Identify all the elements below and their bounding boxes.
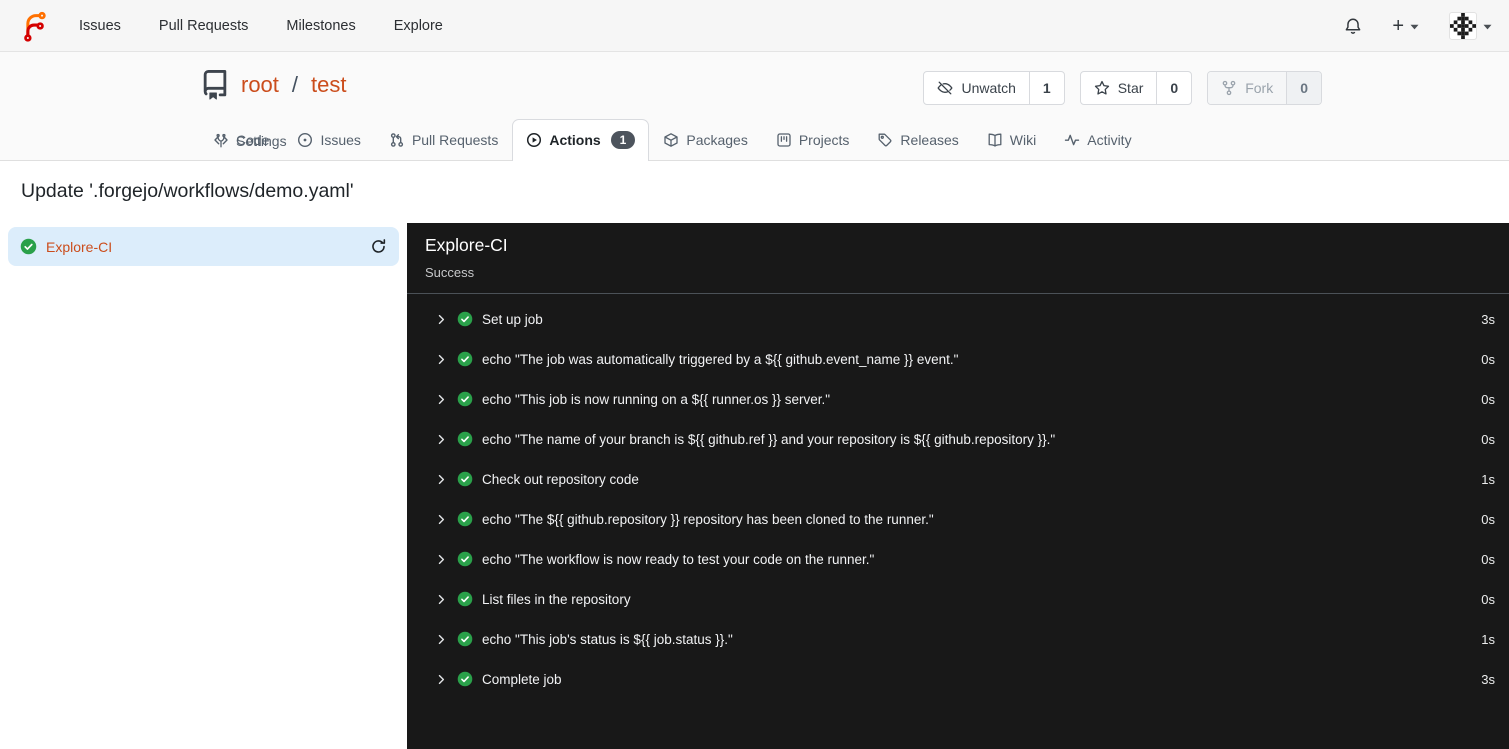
star-button[interactable]: Star 0	[1079, 71, 1193, 105]
step-row[interactable]: echo "This job is now running on a ${{ r…	[407, 379, 1509, 419]
chevron-right-icon[interactable]	[435, 313, 448, 326]
step-row[interactable]: Complete job 3s	[407, 659, 1509, 699]
forks-count[interactable]: 0	[1286, 72, 1321, 104]
tab-settings[interactable]: Settings	[199, 121, 301, 161]
step-duration: 0s	[1481, 551, 1495, 567]
notifications-bell-icon[interactable]	[1344, 17, 1362, 35]
repo-separator: /	[291, 72, 299, 97]
chevron-right-icon[interactable]	[435, 473, 448, 486]
step-name: echo "This job's status is ${{ job.statu…	[482, 631, 733, 647]
job-name: Explore-CI	[46, 238, 113, 255]
step-duration: 3s	[1481, 311, 1495, 327]
repo-tabs-right: Settings	[199, 121, 1313, 161]
job-panel-header: Explore-CI Success	[407, 223, 1509, 294]
success-check-icon	[457, 551, 473, 567]
refresh-icon[interactable]	[370, 238, 387, 255]
sidebar-job-explore-ci[interactable]: Explore-CI	[8, 227, 399, 266]
chevron-right-icon[interactable]	[435, 433, 448, 446]
success-check-icon	[457, 351, 473, 367]
plus-icon: +	[1392, 14, 1404, 37]
step-duration: 0s	[1481, 511, 1495, 527]
chevron-right-icon[interactable]	[435, 673, 448, 686]
repo-name-link[interactable]: test	[311, 72, 346, 98]
success-check-icon	[457, 591, 473, 607]
repo-title: root / test	[200, 70, 347, 100]
tool-icon	[216, 133, 226, 148]
step-name: echo "The name of your branch is ${{ git…	[482, 431, 1056, 447]
stars-count[interactable]: 0	[1156, 72, 1191, 104]
workflow-run-title: Update '.forgejo/workflows/demo.yaml'	[21, 180, 354, 202]
step-duration: 0s	[1481, 351, 1495, 367]
forgejo-logo-icon[interactable]	[17, 8, 51, 44]
nav-milestones[interactable]: Milestones	[286, 18, 355, 34]
step-row[interactable]: echo "The ${{ github.repository }} repos…	[407, 499, 1509, 539]
unwatch-button[interactable]: Unwatch 1	[923, 71, 1065, 105]
step-name: Complete job	[482, 671, 562, 687]
step-duration: 0s	[1481, 391, 1495, 407]
watchers-count[interactable]: 1	[1028, 72, 1064, 104]
step-row[interactable]: echo "The workflow is now ready to test …	[407, 539, 1509, 579]
repo-actions: Unwatch 1 Star 0 Fork 0	[923, 71, 1322, 105]
chevron-right-icon[interactable]	[435, 553, 448, 566]
step-duration: 3s	[1481, 671, 1495, 687]
repository-book-icon	[203, 70, 227, 100]
step-duration: 0s	[1481, 591, 1495, 607]
step-name: Check out repository code	[482, 471, 639, 487]
user-menu[interactable]	[1449, 11, 1492, 40]
create-new-button[interactable]: +	[1392, 16, 1419, 36]
repo-header: root / test Unwatch 1 Star 0 Fork 0 Code…	[0, 52, 1509, 161]
step-name: echo "The ${{ github.repository }} repos…	[482, 511, 934, 527]
job-panel-title: Explore-CI	[425, 235, 508, 255]
nav-explore[interactable]: Explore	[394, 18, 443, 34]
success-check-icon	[457, 431, 473, 447]
step-name: echo "The job was automatically triggere…	[482, 351, 959, 367]
caret-down-icon	[1410, 24, 1419, 29]
step-row[interactable]: echo "The name of your branch is ${{ git…	[407, 419, 1509, 459]
step-name: echo "This job is now running on a ${{ r…	[482, 391, 831, 407]
chevron-right-icon[interactable]	[435, 513, 448, 526]
success-check-icon	[457, 631, 473, 647]
step-name: echo "The workflow is now ready to test …	[482, 551, 875, 567]
step-list: Set up job 3s echo "The job was automati…	[407, 294, 1509, 699]
chevron-right-icon[interactable]	[435, 393, 448, 406]
chevron-right-icon[interactable]	[435, 593, 448, 606]
job-log-panel: Explore-CI Success Set up job 3s echo "T…	[407, 223, 1509, 749]
chevron-right-icon[interactable]	[435, 633, 448, 646]
nav-pull-requests[interactable]: Pull Requests	[159, 18, 248, 34]
nav-issues[interactable]: Issues	[79, 18, 121, 34]
fork-icon	[1222, 80, 1236, 96]
main-nav: Issues Pull Requests Milestones Explore	[79, 18, 443, 34]
chevron-right-icon[interactable]	[435, 353, 448, 366]
step-row[interactable]: List files in the repository 0s	[407, 579, 1509, 619]
success-check-icon	[457, 671, 473, 687]
top-navbar: Issues Pull Requests Milestones Explore …	[0, 0, 1509, 52]
success-check-icon	[457, 311, 473, 327]
step-row[interactable]: echo "The job was automatically triggere…	[407, 339, 1509, 379]
step-row[interactable]: Set up job 3s	[407, 299, 1509, 339]
navbar-right: +	[1344, 11, 1492, 40]
avatar	[1449, 11, 1477, 40]
success-check-icon	[457, 471, 473, 487]
job-status-text: Success	[425, 265, 475, 280]
step-duration: 1s	[1481, 471, 1495, 487]
step-row[interactable]: echo "This job's status is ${{ job.statu…	[407, 619, 1509, 659]
fork-button[interactable]: Fork 0	[1207, 71, 1322, 105]
repo-owner-link[interactable]: root	[241, 72, 279, 98]
step-duration: 1s	[1481, 631, 1495, 647]
success-check-icon	[457, 511, 473, 527]
star-icon	[1094, 80, 1109, 95]
step-name: Set up job	[482, 311, 543, 327]
step-name: List files in the repository	[482, 591, 631, 607]
step-row[interactable]: Check out repository code 1s	[407, 459, 1509, 499]
caret-down-icon	[1483, 24, 1492, 29]
eye-slash-icon	[937, 81, 954, 95]
step-duration: 0s	[1481, 431, 1495, 447]
success-check-icon	[20, 238, 37, 255]
success-check-icon	[457, 391, 473, 407]
